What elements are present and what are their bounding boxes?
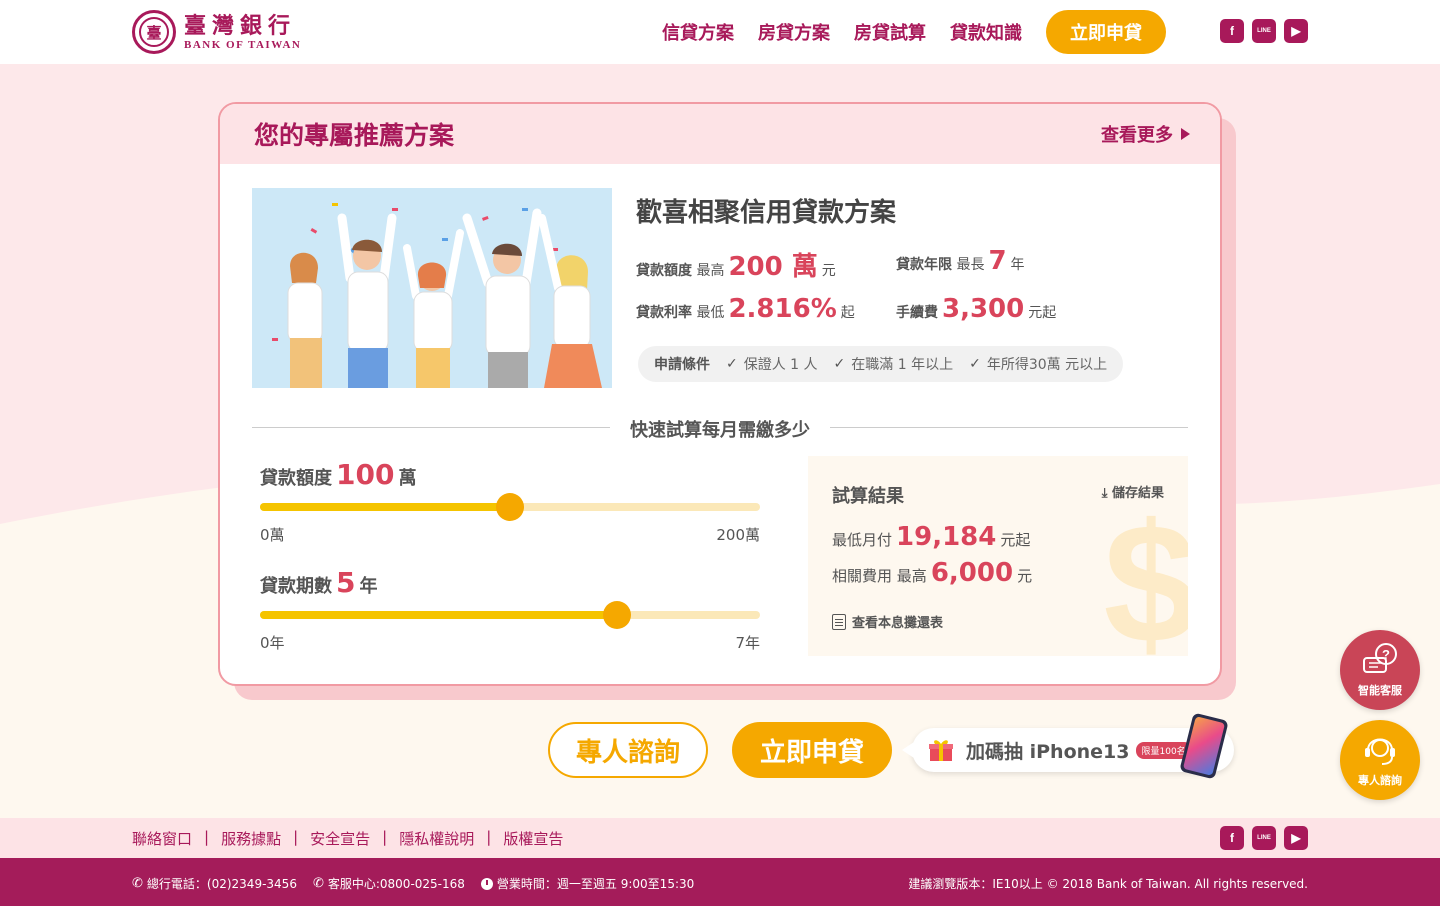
- site-footer: ✆ 總行電話：(02)2349-3456 ✆ 客服中心:0800-025-168 營…: [0, 858, 1440, 906]
- phone-icon: ✆: [132, 876, 143, 891]
- result-title: 試算結果: [832, 486, 904, 507]
- term-slider[interactable]: [260, 601, 760, 629]
- person-consult-button[interactable]: 專人諮詢: [1340, 720, 1420, 800]
- facebook-icon[interactable]: f: [1220, 826, 1244, 850]
- headset-icon: [1365, 738, 1395, 765]
- arrow-right-icon: [1181, 128, 1190, 140]
- bank-logo[interactable]: 臺 臺灣銀行 BANK OF TAIWAN: [132, 10, 301, 54]
- card-header: 您的專屬推薦方案 查看更多: [220, 104, 1220, 164]
- save-result-button[interactable]: ⤓ 儲存結果: [1102, 482, 1164, 501]
- recommend-card: 您的專屬推薦方案 查看更多 歡喜相聚信用貸款方案 貸款額度 最高 200 萬 元…: [218, 102, 1222, 686]
- view-schedule-label: 查看本息攤還表: [852, 616, 944, 631]
- ai-service-button[interactable]: ? 智能客服: [1340, 630, 1420, 710]
- amount-slider-thumb[interactable]: [496, 493, 524, 521]
- related-fee-value: 6,000: [930, 558, 1014, 588]
- divider-right: [830, 427, 1188, 428]
- amount-slider[interactable]: [260, 493, 760, 521]
- requirement-item: 年所得30萬 元以上: [986, 357, 1108, 373]
- amount-slider-label: 貸款額度 100 萬: [260, 458, 417, 491]
- amount-slider-fill: [260, 503, 510, 511]
- person-consult-label: 專人諮詢: [1358, 774, 1402, 787]
- chat-question-icon: ?: [1363, 643, 1397, 673]
- footer-link-privacy[interactable]: 隱私權說明: [399, 828, 474, 849]
- nav-mortgage[interactable]: 房貸方案: [758, 19, 830, 45]
- nav-credit-loan[interactable]: 信貸方案: [662, 19, 734, 45]
- requirement-item: 在職滿 1 年以上: [851, 357, 954, 373]
- calc-result-panel: $ 試算結果 ⤓ 儲存結果 最低月付19,184元起 相關費用 最高6,000元…: [808, 456, 1188, 656]
- footer-nav: 聯絡窗口 | 服務據點 | 安全宣告 | 隱私權說明 | 版權宣告: [132, 828, 564, 849]
- gift-icon: [929, 740, 953, 761]
- monthly-value: 19,184: [896, 522, 997, 552]
- youtube-icon[interactable]: ▶: [1284, 19, 1308, 43]
- save-result-label: 儲存結果: [1111, 486, 1164, 501]
- business-hours: 營業時間：週一至週五 9:00至15:30: [496, 877, 695, 891]
- hq-phone: 總行電話：(02)2349-3456: [146, 877, 297, 891]
- divider-left: [252, 427, 610, 428]
- view-schedule-link[interactable]: 查看本息攤還表: [832, 612, 943, 631]
- bank-seal-icon: 臺: [132, 10, 176, 54]
- logo-chinese: 臺灣銀行: [184, 13, 297, 39]
- requirement-item: 保證人 1 人: [743, 357, 818, 373]
- monthly-payment: 最低月付 19,184 元起: [832, 522, 1031, 552]
- term-slider-thumb[interactable]: [603, 601, 631, 629]
- fact-amount: 貸款額度 最高 200 萬元: [636, 252, 836, 282]
- consult-button[interactable]: 專人諮詢: [548, 722, 708, 778]
- fee-value: 3,300: [942, 294, 1025, 324]
- phone-icon: ✆: [312, 876, 324, 891]
- celebration-illustration: [252, 188, 612, 388]
- calc-heading: 快速試算每月需繳多少: [630, 420, 810, 441]
- term-value: 7: [988, 246, 1007, 276]
- logo-english: BANK OF TAIWAN: [184, 39, 302, 51]
- main-nav: 信貸方案 房貸方案 房貸試算 貸款知識 立即申貸: [650, 0, 1166, 64]
- apply-button[interactable]: 立即申貸: [732, 722, 892, 778]
- footer-links-bar: 聯絡窗口 | 服務據點 | 安全宣告 | 隱私權說明 | 版權宣告 f LINE ▶: [0, 818, 1440, 858]
- amount-min-label: 0萬: [260, 526, 285, 544]
- check-icon: ✓: [833, 356, 846, 372]
- copyright: 建議瀏覽版本：IE10以上 © 2018 Bank of Taiwan. All…: [908, 877, 1308, 891]
- footer-link-security[interactable]: 安全宣告: [310, 828, 370, 849]
- rate-value: 2.816%: [728, 294, 837, 324]
- term-min-label: 0年: [260, 634, 285, 652]
- facebook-icon[interactable]: f: [1220, 19, 1244, 43]
- related-fees: 相關費用 最高 6,000 元: [832, 558, 1033, 588]
- requirements-pill: 申請條件 ✓ 保證人 1 人 ✓ 在職滿 1 年以上 ✓ 年所得30萬 元以上: [638, 346, 1124, 382]
- footer-link-locations[interactable]: 服務據點: [221, 828, 281, 849]
- check-icon: ✓: [726, 356, 738, 372]
- dollar-watermark-icon: $: [1103, 486, 1188, 656]
- line-icon[interactable]: LINE: [1252, 19, 1276, 43]
- see-more-link[interactable]: 查看更多: [1101, 121, 1190, 147]
- plan-title: 歡喜相聚信用貸款方案: [636, 198, 897, 228]
- site-header: 臺 臺灣銀行 BANK OF TAIWAN 信貸方案 房貸方案 房貸試算 貸款知…: [0, 0, 1440, 64]
- header-apply-button[interactable]: 立即申貸: [1046, 10, 1166, 54]
- document-icon: [832, 613, 846, 630]
- footer-link-contact[interactable]: 聯絡窗口: [132, 828, 192, 849]
- promo-text: 加碼抽 iPhone13: [966, 740, 1130, 763]
- term-slider-value: 5: [336, 566, 356, 599]
- footer-link-copyright[interactable]: 版權宣告: [503, 828, 563, 849]
- youtube-icon[interactable]: ▶: [1284, 826, 1308, 850]
- header-socials: f LINE ▶: [1220, 19, 1308, 43]
- footer-socials: f LINE ▶: [1220, 826, 1308, 850]
- amount-slider-value: 100: [336, 458, 395, 491]
- fact-fee: 手續費 3,300 元起: [896, 294, 1057, 324]
- amount-max-label: 200萬: [716, 526, 760, 544]
- line-icon[interactable]: LINE: [1252, 826, 1276, 850]
- term-slider-fill: [260, 611, 617, 619]
- nav-loan-knowledge[interactable]: 貸款知識: [950, 19, 1022, 45]
- see-more-label: 查看更多: [1101, 125, 1173, 146]
- footer-contact: ✆ 總行電話：(02)2349-3456 ✆ 客服中心:0800-025-168 營…: [132, 875, 694, 892]
- term-max-label: 7年: [735, 634, 760, 652]
- card-title: 您的專屬推薦方案: [254, 121, 455, 150]
- service-phone: 客服中心:0800-025-168: [327, 877, 465, 891]
- check-icon: ✓: [969, 356, 981, 372]
- nav-mortgage-calc[interactable]: 房貸試算: [854, 19, 926, 45]
- fact-term: 貸款年限 最長 7 年: [896, 246, 1025, 276]
- term-slider-label: 貸款期數 5 年: [260, 566, 378, 599]
- ai-service-label: 智能客服: [1358, 684, 1402, 697]
- download-icon: ⤓: [1101, 486, 1108, 501]
- amount-value: 200 萬: [728, 252, 818, 282]
- fact-rate: 貸款利率 最低 2.816% 起: [636, 294, 855, 324]
- requirements-label: 申請條件: [654, 357, 710, 373]
- clock-icon: [480, 877, 493, 890]
